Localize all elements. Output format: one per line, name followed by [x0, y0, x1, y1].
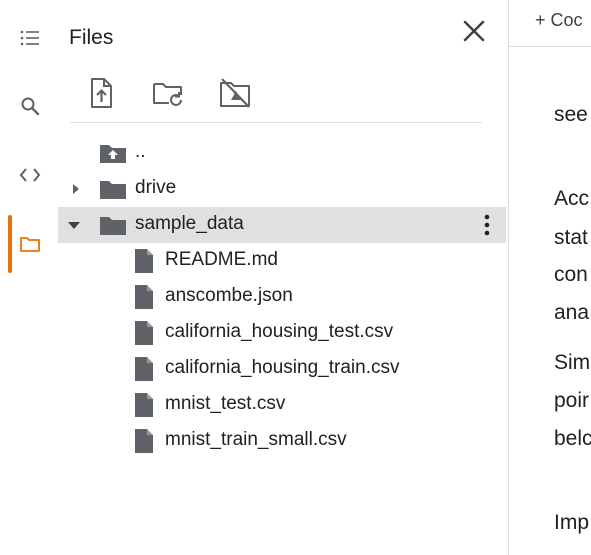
more-options-button[interactable]	[472, 210, 502, 240]
notebook-text-line: poir	[554, 389, 590, 412]
notebook-text-line: Acc	[554, 187, 590, 210]
upload-file-icon	[91, 78, 112, 108]
code-snippets-button[interactable]	[8, 153, 52, 197]
tree-item-file[interactable]: mnist_train_small.csv	[58, 423, 506, 459]
unmount-drive-button[interactable]	[216, 74, 254, 112]
tree-item-parent[interactable]: ..	[58, 135, 506, 171]
caret-right-icon[interactable]	[68, 181, 84, 197]
table-of-contents-icon	[20, 30, 39, 46]
files-panel: Files .. drive sample_data README.md ans…	[58, 0, 508, 555]
tree-item-label: drive	[135, 177, 177, 198]
tree-item-drive[interactable]: drive	[58, 171, 506, 207]
notebook-area: + Coc see Acc stat con ana Sim poir belc…	[509, 0, 591, 555]
file-icon	[134, 428, 154, 454]
tree-item-label: california_housing_train.csv	[165, 357, 400, 378]
unmount-drive-icon	[220, 78, 250, 108]
tree-item-file[interactable]: california_housing_train.csv	[58, 351, 506, 387]
panel-title: Files	[69, 26, 114, 49]
code-snippets-icon	[19, 168, 41, 182]
close-icon	[463, 20, 485, 42]
folder-icon	[99, 214, 127, 236]
notebook-text-line: stat	[554, 226, 588, 249]
notebook-text-line: con	[554, 263, 588, 286]
colab-window: Files .. drive sample_data README.md ans…	[0, 0, 591, 555]
files-toolbar	[82, 74, 283, 112]
notebook-text-line: belc	[554, 427, 591, 450]
tree-item-file[interactable]: mnist_test.csv	[58, 387, 506, 423]
tree-item-label: california_housing_test.csv	[165, 321, 394, 342]
tree-item-sample-data[interactable]: sample_data	[58, 207, 506, 243]
file-icon	[134, 356, 154, 382]
toolbar-divider	[70, 122, 482, 123]
tree-item-label: ..	[135, 141, 146, 162]
left-rail	[0, 0, 58, 555]
notebook-text-line: see	[554, 103, 588, 126]
tree-item-file[interactable]: README.md	[58, 243, 506, 279]
search-button[interactable]	[8, 84, 52, 128]
more-vert-icon	[484, 214, 490, 236]
files-button[interactable]	[8, 222, 52, 266]
file-icon	[134, 284, 154, 310]
tree-item-label: mnist_train_small.csv	[165, 429, 347, 450]
caret-down-icon[interactable]	[66, 217, 82, 233]
close-panel-button[interactable]	[455, 12, 493, 50]
upload-file-button[interactable]	[82, 74, 120, 112]
notebook-toolbar: + Coc	[509, 0, 591, 47]
notebook-text-line: Imp	[554, 511, 590, 534]
tree-item-label: sample_data	[135, 213, 244, 234]
file-icon	[134, 248, 154, 274]
refresh-folder-icon	[153, 83, 182, 106]
file-icon	[134, 320, 154, 346]
tree-item-file[interactable]: california_housing_test.csv	[58, 315, 506, 351]
file-tree: .. drive sample_data README.md anscombe.…	[58, 135, 506, 459]
search-icon	[21, 97, 40, 116]
folder-icon	[20, 237, 40, 252]
tree-item-label: mnist_test.csv	[165, 393, 286, 414]
refresh-folder-button[interactable]	[149, 74, 187, 112]
tree-item-label: README.md	[165, 249, 278, 270]
folder-up-icon	[99, 142, 127, 164]
tree-item-file[interactable]: anscombe.json	[58, 279, 506, 315]
table-of-contents-button[interactable]	[8, 16, 52, 60]
notebook-text-line: Sim	[554, 351, 591, 374]
folder-icon	[99, 178, 127, 200]
tree-item-label: anscombe.json	[165, 285, 293, 306]
file-icon	[134, 392, 154, 418]
notebook-text-line: ana	[554, 301, 590, 324]
add-code-button[interactable]: + Coc	[535, 10, 583, 31]
